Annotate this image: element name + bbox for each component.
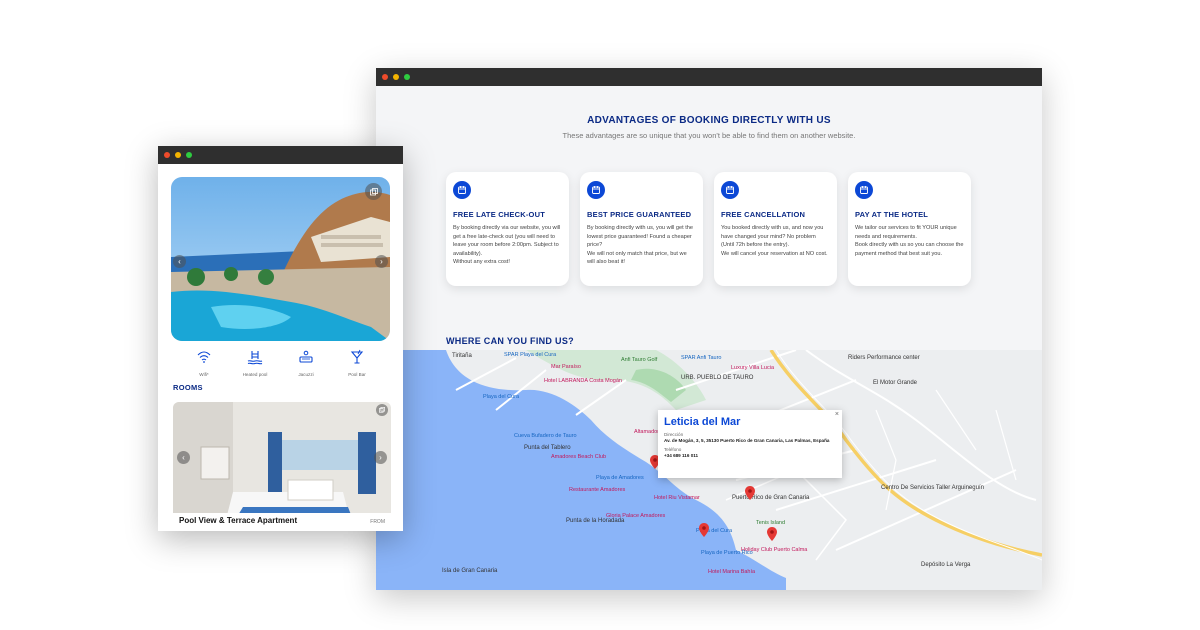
popup-phone: +34 689 116 011	[664, 453, 699, 458]
pool-icon	[247, 351, 263, 365]
map-label: Anfi Tauro Golf	[621, 357, 658, 363]
amenity-label: Jacuzzi	[298, 372, 314, 377]
gallery-icon[interactable]	[376, 404, 388, 416]
close-window-dot[interactable]	[164, 152, 170, 158]
map-label: Hotel Riu Vistamar	[654, 495, 700, 501]
card-title: FREE LATE CHECK-OUT	[453, 210, 545, 219]
wifi-icon	[197, 351, 211, 363]
card-title: BEST PRICE GUARANTEED	[587, 210, 692, 219]
room-price-from: FROM	[370, 519, 385, 525]
advantages-title: ADVANTAGES OF BOOKING DIRECTLY WITH US	[587, 115, 831, 126]
calendar-icon	[453, 181, 471, 199]
card-text: We tailor our services to fit YOUR uniqu…	[855, 225, 964, 257]
map-label: Puerto Rico de Gran Canaria	[732, 495, 810, 501]
map-label: SPAR Playa del Cura	[504, 352, 557, 358]
room-photo-carousel[interactable]: ‹ ›	[173, 402, 391, 531]
hotel-pool-photo	[171, 177, 390, 341]
mobile-browser-window: ‹ › Wifi* Heated pool Jacuzzi Pool Bar R…	[158, 146, 403, 531]
mobile-titlebar	[158, 146, 403, 164]
amenity-jacuzzi: Jacuzzi	[283, 349, 329, 377]
map-label: Depósito La Verga	[921, 562, 971, 568]
maximize-window-dot[interactable]	[404, 74, 410, 80]
amenity-label: Wifi*	[199, 372, 209, 377]
room-carousel-next-button[interactable]: ›	[374, 451, 387, 464]
popup-address: Av. de Mogán, 3, 5, 35130 Puerto Rico de…	[664, 438, 830, 443]
close-icon[interactable]: ×	[835, 411, 839, 418]
map-label: Isla de Gran Canaria	[442, 568, 498, 574]
map-label: SPAR Anfi Tauro	[681, 355, 722, 361]
amenity-wifi: Wifi*	[181, 349, 227, 377]
room-info-bar[interactable]: Pool View & Terrace Apartment FROM	[173, 513, 391, 531]
rooms-title: ROOMS	[173, 383, 203, 392]
card-pay-at-hotel: PAY AT THE HOTEL We tailor our services …	[848, 172, 971, 286]
card-text: You booked directly with us, and now you…	[721, 225, 828, 257]
card-free-late-checkout: FREE LATE CHECK-OUT By booking directly …	[446, 172, 569, 286]
carousel-prev-button[interactable]: ‹	[173, 255, 186, 268]
carousel-next-button[interactable]: ›	[375, 255, 388, 268]
map-label: Luxury Villa Lucia	[731, 365, 775, 371]
calendar-icon	[855, 181, 873, 199]
room-name[interactable]: Pool View & Terrace Apartment	[179, 516, 297, 528]
location-map[interactable]: Tiritaña SPAR Playa del Cura Mar Paraíso…	[376, 350, 1042, 590]
map-label: Amadores Beach Club	[551, 454, 607, 460]
map-label: Hotel LABRANDA Costa Mogán	[544, 378, 622, 384]
card-best-price: BEST PRICE GUARANTEED By booking directl…	[580, 172, 703, 286]
cocktail-icon	[350, 349, 364, 364]
stage: ADVANTAGES OF BOOKING DIRECTLY WITH US T…	[0, 0, 1200, 630]
hotel-photo-carousel[interactable]: ‹ ›	[171, 177, 390, 341]
map-label: Restaurante Amadores	[569, 487, 626, 493]
desktop-browser-window: ADVANTAGES OF BOOKING DIRECTLY WITH US T…	[376, 68, 1042, 590]
popup-address-label: Dirección	[664, 432, 684, 437]
card-free-cancellation: FREE CANCELLATION You booked directly wi…	[714, 172, 837, 286]
minimize-window-dot[interactable]	[393, 74, 399, 80]
advantages-subtitle: These advantages are so unique that you …	[562, 131, 856, 140]
calendar-icon	[721, 181, 739, 199]
map-label: Mar Paraíso	[551, 364, 581, 370]
amenity-label: Heated pool	[242, 372, 268, 377]
map-label: Tiritaña	[452, 353, 472, 359]
popup-phone-label: Teléfono	[664, 447, 682, 452]
amenity-heated-pool: Heated pool	[232, 349, 278, 377]
amenity-label: Pool Bar	[348, 372, 366, 377]
amenities-row: Wifi* Heated pool Jacuzzi Pool Bar	[171, 349, 390, 377]
map-pin-icon[interactable]	[767, 527, 777, 541]
map-label: Riders Performance center	[848, 355, 920, 361]
gallery-icon[interactable]	[365, 183, 382, 200]
map-label: Centro De Servicios Taller Arguineguín	[881, 485, 984, 491]
calendar-icon	[587, 181, 605, 199]
desktop-titlebar	[376, 68, 1042, 86]
map-label: Playa de Amadores	[596, 475, 644, 481]
where-title: WHERE CAN YOU FIND US?	[446, 336, 574, 346]
amenity-pool-bar: Pool Bar	[334, 349, 380, 377]
map-label: Hotel Marina Bahía	[708, 569, 756, 575]
map-label: URB. PUEBLO DE TAURO	[681, 375, 754, 381]
card-title: PAY AT THE HOTEL	[855, 210, 929, 219]
map-label: Punta de la Horadada	[566, 518, 625, 524]
map-label: El Motor Grande	[873, 380, 918, 386]
map-label: Punta del Tablero	[524, 445, 571, 451]
room-photo	[173, 402, 391, 531]
map-info-popup: × Leticia del Mar Dirección Av. de Mogán…	[658, 410, 842, 478]
map-pin-icon[interactable]	[745, 486, 755, 500]
map-pin-icon[interactable]	[699, 523, 709, 537]
minimize-window-dot[interactable]	[175, 152, 181, 158]
jacuzzi-icon	[299, 350, 313, 363]
room-carousel-prev-button[interactable]: ‹	[177, 451, 190, 464]
card-title: FREE CANCELLATION	[721, 210, 806, 219]
popup-hotel-name: Leticia del Mar	[664, 416, 741, 428]
close-window-dot[interactable]	[382, 74, 388, 80]
card-text: By booking directly with us, you will ge…	[587, 225, 694, 266]
map-label: Cueva Bufadero de Tauro	[514, 433, 577, 439]
map-label: Tenis Island	[756, 520, 786, 526]
map-label: Playa de Puerto Rico	[701, 550, 753, 556]
maximize-window-dot[interactable]	[186, 152, 192, 158]
advantages-cards: FREE LATE CHECK-OUT By booking directly …	[446, 172, 971, 286]
card-text: By booking directly via our website, you…	[453, 225, 561, 266]
map-label: Playa del Cura	[483, 394, 520, 400]
